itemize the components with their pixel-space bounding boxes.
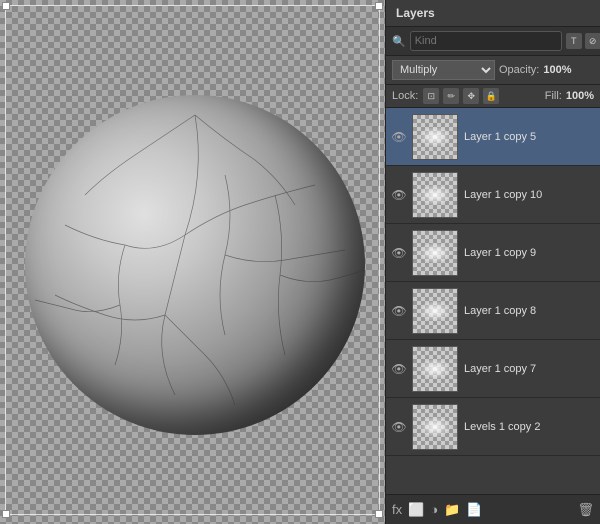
thumb-glow [420, 359, 450, 379]
panel-title: Layers [396, 6, 435, 20]
layer-thumbnail [412, 114, 458, 160]
lock-all-icon[interactable]: 🔒 [483, 88, 499, 104]
layer-name: Layer 1 copy 7 [464, 363, 596, 375]
lock-move-icon[interactable]: ✥ [463, 88, 479, 104]
layer-name: Layer 1 copy 10 [464, 189, 596, 201]
sphere-layer [25, 95, 365, 435]
layer-visibility-toggle[interactable]: 👁 [390, 244, 408, 262]
lock-paint-icon[interactable]: ✏ [443, 88, 459, 104]
blend-mode-select[interactable]: Multiply [392, 60, 495, 80]
opacity-label: Opacity: [499, 64, 539, 76]
layer-name: Layer 1 copy 9 [464, 247, 596, 259]
opacity-row: Opacity: 100% [499, 64, 594, 76]
lock-label: Lock: [392, 90, 418, 102]
layer-item[interactable]: 👁 Layer 1 copy 5 [386, 108, 600, 166]
search-icon: 🔍 [392, 35, 406, 48]
fill-label: Fill: [545, 90, 562, 102]
layer-name: Levels 1 copy 2 [464, 421, 596, 433]
layer-item[interactable]: 👁 Layer 1 copy 9 [386, 224, 600, 282]
fill-row: Fill: 100% [545, 90, 594, 102]
lock-fill-row: Lock: ⊡ ✏ ✥ 🔒 Fill: 100% [386, 85, 600, 108]
opacity-value[interactable]: 100% [543, 64, 571, 76]
layers-list: 👁 Layer 1 copy 5 👁 Layer 1 copy 10 👁 Lay… [386, 108, 600, 494]
new-fill-layer-button[interactable]: ◑ [430, 502, 438, 517]
fill-value[interactable]: 100% [566, 90, 594, 102]
lock-icons: ⊡ ✏ ✥ 🔒 [423, 88, 539, 104]
lock-transparent-icon[interactable]: ⊡ [423, 88, 439, 104]
layer-thumbnail [412, 404, 458, 450]
new-group-button[interactable]: 📁 [444, 502, 460, 518]
layer-visibility-toggle[interactable]: 👁 [390, 186, 408, 204]
layer-visibility-toggle[interactable]: 👁 [390, 302, 408, 320]
thumb-glow [420, 127, 450, 147]
thumb-glow [420, 417, 450, 437]
layer-visibility-toggle[interactable]: 👁 [390, 128, 408, 146]
search-icons: T ⊘ ⊞ ⊟ [566, 33, 600, 49]
layer-thumbnail [412, 288, 458, 334]
layer-visibility-toggle[interactable]: 👁 [390, 360, 408, 378]
panel-header: Layers [386, 0, 600, 27]
type-filter-icon[interactable]: T [566, 33, 582, 49]
new-layer-button[interactable]: 📄 [466, 502, 482, 518]
delete-layer-button[interactable]: 🗑 [577, 502, 594, 518]
thumb-glow [420, 185, 450, 205]
layer-visibility-toggle[interactable]: 👁 [390, 418, 408, 436]
footer-icons-left: fx ⬜ ◑ 📁 📄 [392, 502, 483, 518]
add-mask-button[interactable]: ⬜ [408, 502, 424, 518]
thumb-glow [420, 243, 450, 263]
blend-opacity-row: Multiply Opacity: 100% [386, 56, 600, 85]
fx-button[interactable]: fx [392, 502, 402, 517]
layers-panel: Layers 🔍 T ⊘ ⊞ ⊟ Multiply Opacity: 100% … [385, 0, 600, 524]
sphere-container [0, 10, 385, 520]
layer-item[interactable]: 👁 Layer 1 copy 7 [386, 340, 600, 398]
search-input[interactable] [410, 31, 562, 51]
layer-item[interactable]: 👁 Layer 1 copy 10 [386, 166, 600, 224]
layer-name: Layer 1 copy 8 [464, 305, 596, 317]
layer-name: Layer 1 copy 5 [464, 131, 596, 143]
search-bar: 🔍 T ⊘ ⊞ ⊟ [386, 27, 600, 56]
layer-thumbnail [412, 230, 458, 276]
canvas-area [0, 0, 385, 524]
panel-footer: fx ⬜ ◑ 📁 📄 🗑 [386, 494, 600, 524]
layer-thumbnail [412, 172, 458, 218]
layer-item[interactable]: 👁 Layer 1 copy 8 [386, 282, 600, 340]
layer-item[interactable]: 👁 Levels 1 copy 2 [386, 398, 600, 456]
layer-thumbnail [412, 346, 458, 392]
thumb-glow [420, 301, 450, 321]
circle-filter-icon[interactable]: ⊘ [585, 33, 600, 49]
sphere-texture [25, 95, 365, 435]
